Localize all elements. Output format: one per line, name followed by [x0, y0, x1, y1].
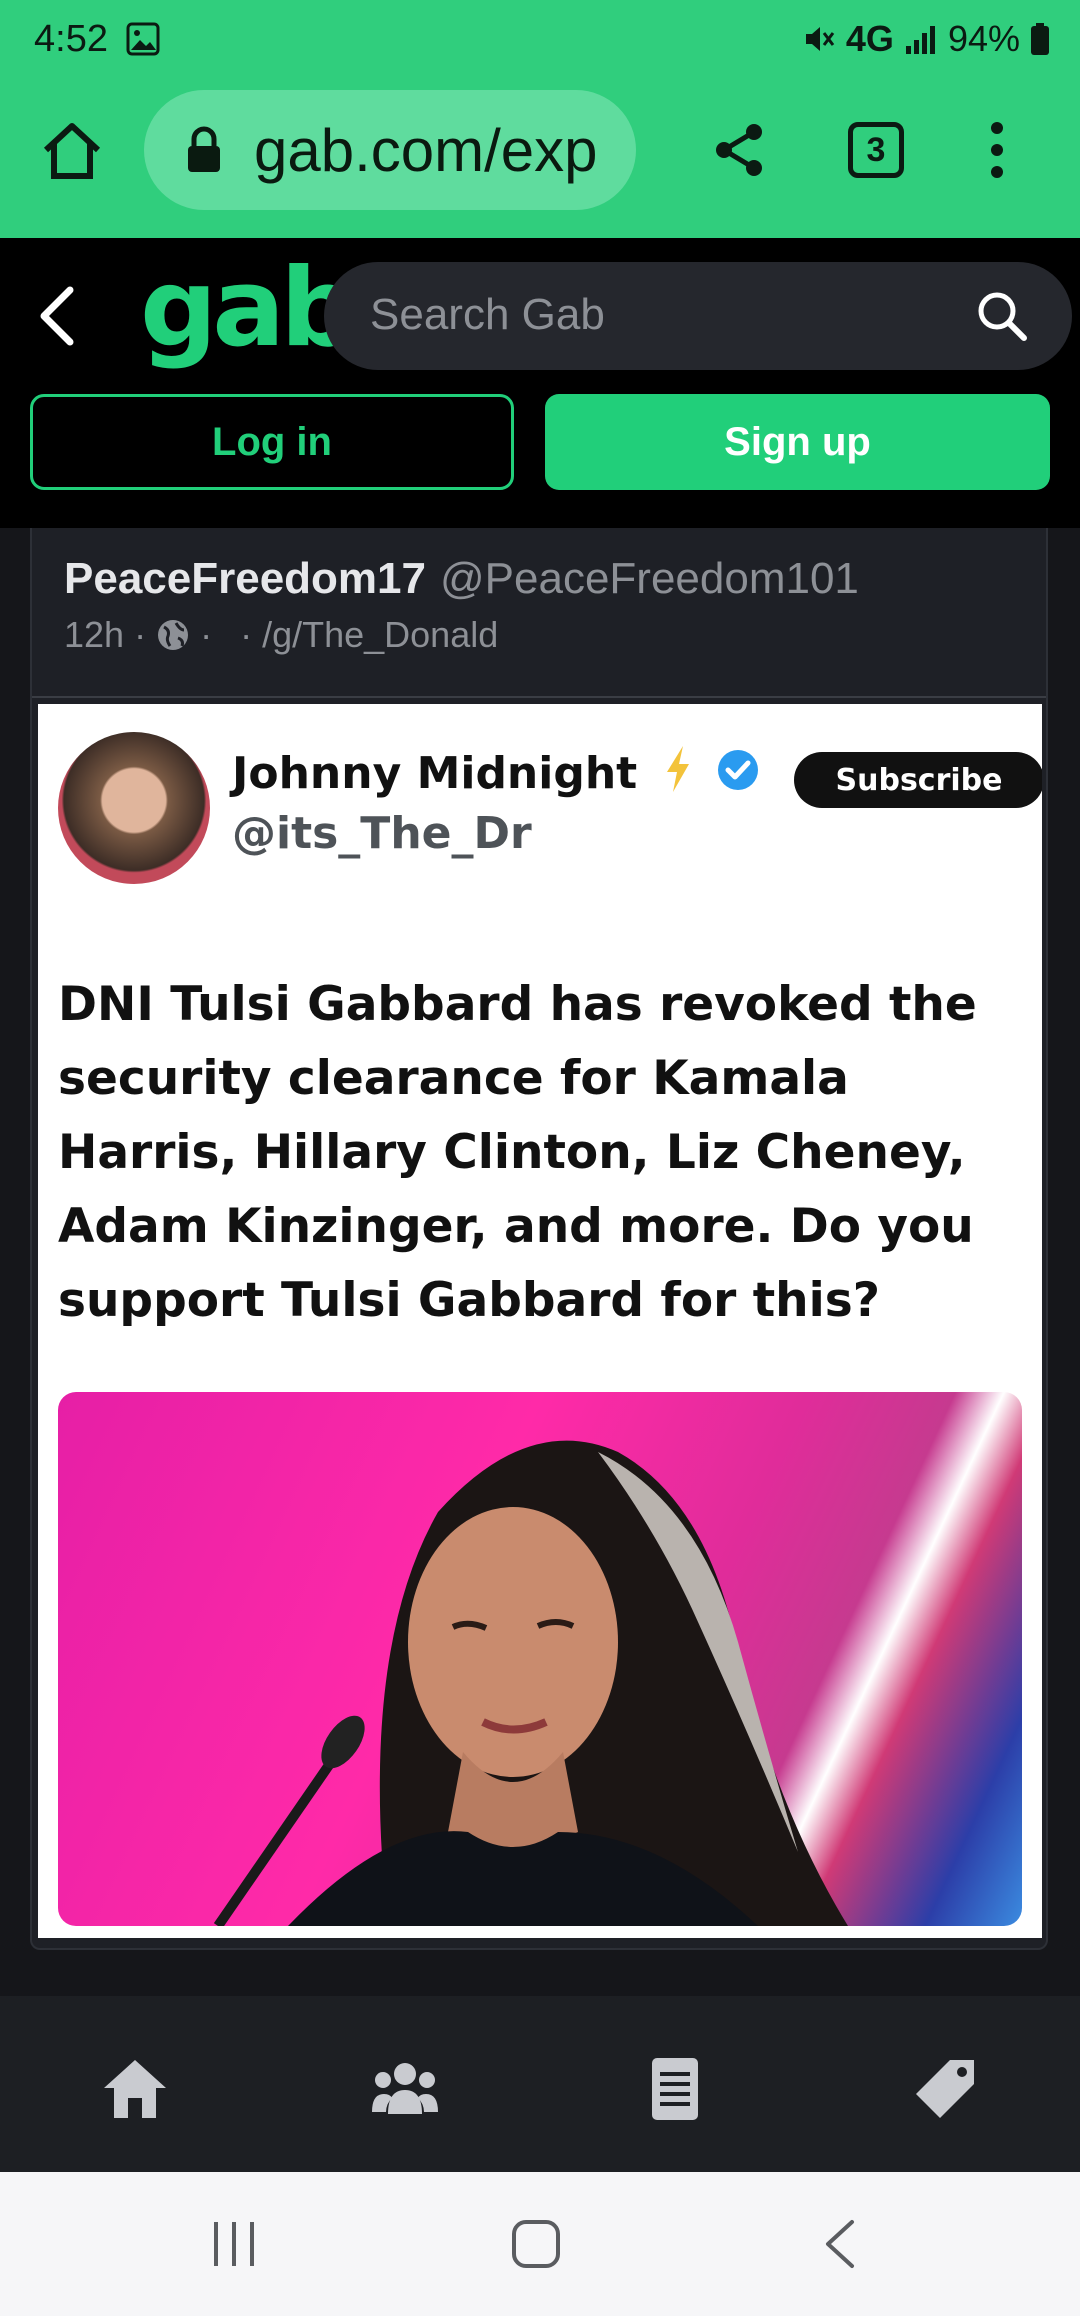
group-link[interactable]: /g/The_Donald	[262, 614, 498, 656]
meta-separator: ·	[240, 614, 253, 655]
signal-icon	[905, 26, 935, 54]
share-icon[interactable]	[712, 122, 768, 178]
post-card: PeaceFreedom17 @PeaceFreedom101 12h · · …	[30, 528, 1048, 1950]
network-type: 4G	[845, 18, 894, 59]
news-icon[interactable]	[640, 2054, 710, 2124]
recent-apps-icon[interactable]	[210, 2218, 258, 2270]
embedded-post-text: DNI Tulsi Gabbard has revoked the securi…	[58, 977, 977, 1328]
bottom-nav	[0, 1996, 1080, 2172]
more-menu-icon[interactable]	[982, 120, 1012, 180]
embedded-name: Johnny Midnight	[232, 744, 760, 799]
image-notification-icon	[126, 22, 160, 56]
embedded-handle: @its_The_Dr	[232, 808, 532, 859]
login-button[interactable]: Log in	[30, 394, 514, 490]
signup-button[interactable]: Sign up	[545, 394, 1050, 490]
search-placeholder: Search Gab	[370, 290, 605, 339]
embedded-name-text: Johnny Midnight	[232, 748, 638, 799]
status-icons: 4G 94%	[802, 18, 1050, 60]
author-name[interactable]: PeaceFreedom17	[64, 554, 426, 604]
portrait-illustration	[213, 1440, 848, 1926]
browser-chrome: 4:52 4G 94% gab.com/exp 3	[0, 0, 1080, 238]
search-bar[interactable]: Search Gab	[324, 262, 1072, 370]
gab-header: gab Search Gab Log in Sign up	[0, 238, 1080, 528]
embedded-photo	[58, 1392, 1022, 1926]
meta-separator: ·	[134, 614, 147, 655]
search-icon[interactable]	[976, 290, 1028, 342]
battery-icon	[1031, 23, 1049, 55]
meta-separator: ·	[200, 614, 213, 655]
mute-icon	[805, 27, 835, 51]
post-time[interactable]: 12h	[64, 614, 124, 656]
home-nav-icon[interactable]	[510, 2218, 562, 2270]
url-text: gab.com/exp	[254, 117, 598, 184]
tab-switcher-button[interactable]: 3	[848, 122, 904, 178]
globe-icon	[158, 620, 189, 650]
lightning-icon	[666, 746, 689, 792]
system-nav-bar	[0, 2172, 1080, 2316]
home-icon[interactable]	[40, 118, 104, 182]
back-arrow-icon[interactable]	[36, 284, 80, 348]
battery-level: 94%	[947, 18, 1020, 59]
groups-icon[interactable]	[370, 2054, 440, 2124]
divider	[32, 696, 1046, 698]
lock-icon	[188, 126, 220, 172]
home-icon[interactable]	[100, 2054, 170, 2124]
embedded-subscribe-button: Subscribe	[794, 752, 1042, 808]
embedded-avatar	[58, 732, 210, 884]
screen: 4:52 4G 94% gab.com/exp 3 gab Search Gab…	[0, 0, 1080, 2316]
post-meta: 12h · · · /g/The_Donald	[64, 614, 498, 656]
verified-badge-icon	[717, 750, 758, 790]
address-bar[interactable]: gab.com/exp	[144, 90, 636, 210]
post-image[interactable]: Johnny Midnight @its_The_Dr Subscribe DN…	[38, 704, 1042, 1938]
tab-count: 3	[866, 130, 886, 169]
tag-icon[interactable]	[910, 2054, 980, 2124]
back-nav-icon[interactable]	[820, 2218, 860, 2270]
author-handle[interactable]: @PeaceFreedom101	[440, 554, 859, 604]
status-time: 4:52	[34, 18, 108, 60]
gab-logo[interactable]: gab	[140, 246, 357, 371]
